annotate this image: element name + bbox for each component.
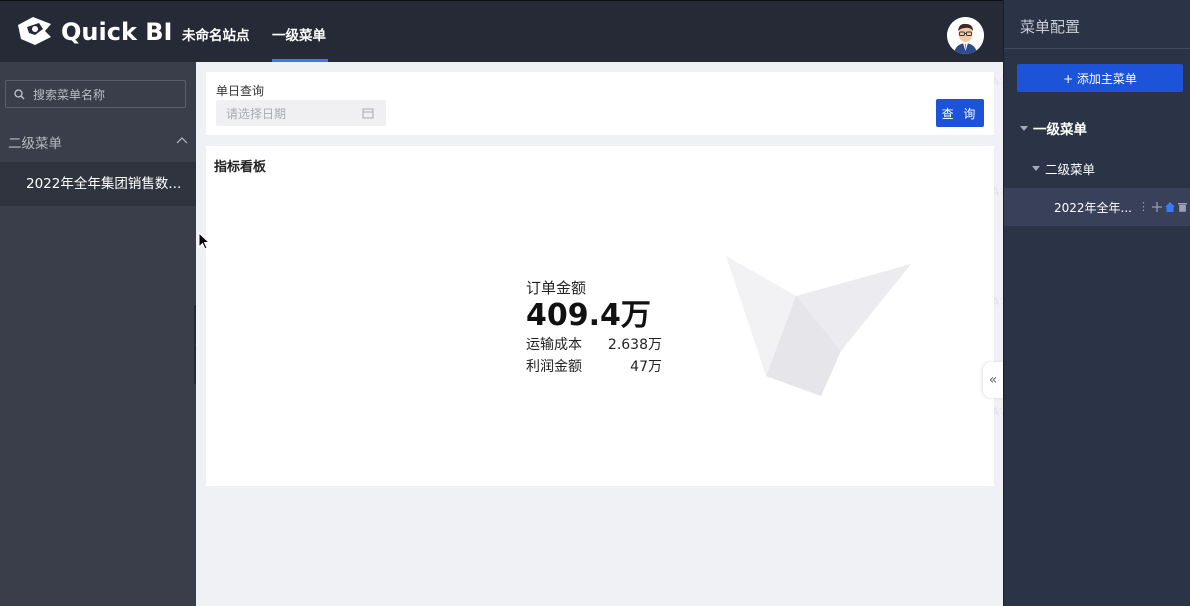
calendar-icon (362, 108, 374, 119)
kpi-board-card: 指标看板 订单金额 409.4万 运输成本 2.638万 利润金额 47万 (206, 146, 994, 486)
query-button[interactable]: 查 询 (936, 99, 984, 127)
sidebar-item-sales-report[interactable]: 2022年全年集团销售数... (0, 162, 196, 206)
search-icon (14, 88, 25, 99)
tree-node-level3[interactable]: 2022年全年... ⋮ (1004, 188, 1190, 226)
query-label: 单日查询 (216, 84, 265, 98)
quick-bi-logo[interactable]: Quick BI (15, 15, 172, 49)
double-chevron-left-icon: « (988, 372, 998, 388)
kpi-row-label: 利润金额 (526, 359, 582, 375)
query-card: 单日查询 请选择日期 查 询 (206, 72, 994, 135)
avatar-icon (947, 17, 984, 54)
tree-node-label: 2022年全年... (1054, 200, 1132, 215)
kpi-row-value: 2.638万 (607, 337, 662, 353)
quick-bi-logo-icon (18, 17, 51, 45)
background-logo-watermark (726, 256, 911, 396)
main-content: 2022-10-17 10:04:272022-10-17 10:04:2720… (196, 62, 1003, 606)
panel-title: 菜单配置 (1020, 18, 1081, 36)
site-name[interactable]: 未命名站点 (182, 24, 250, 44)
sidebar-section-header[interactable]: 二级菜单 (8, 132, 188, 152)
caret-down-icon (1020, 125, 1028, 131)
sidebar-section-title: 二级菜单 (8, 136, 62, 152)
kpi-row-shipping: 运输成本 2.638万 (526, 334, 662, 356)
kpi-main-label: 订单金额 (526, 279, 587, 297)
tree-node-actions: ⋮ (1138, 200, 1187, 213)
kpi-row-label: 运输成本 (526, 337, 582, 353)
top-navigation-bar: Quick BI 未命名站点 一级菜单 (0, 0, 1003, 62)
date-picker-input[interactable]: 请选择日期 (216, 100, 386, 126)
tree-node-level1[interactable]: 一级菜单 (1020, 118, 1087, 138)
divider (1004, 48, 1190, 49)
top-menu-item-level1[interactable]: 一级菜单 (272, 24, 326, 44)
plus-icon[interactable] (1152, 201, 1162, 212)
tree-node-level2[interactable]: 二级菜单 (1032, 159, 1095, 178)
tree-node-label: 一级菜单 (1033, 122, 1087, 138)
caret-down-icon (1032, 166, 1040, 171)
menu-search-input[interactable]: 搜索菜单名称 (5, 80, 186, 108)
more-icon[interactable]: ⋮ (1138, 200, 1149, 213)
kpi-row-value: 47万 (630, 359, 662, 375)
search-placeholder: 搜索菜单名称 (33, 87, 106, 102)
trash-icon[interactable] (1178, 202, 1187, 212)
chevron-up-icon[interactable] (176, 135, 188, 147)
user-avatar[interactable] (947, 17, 984, 54)
board-title: 指标看板 (214, 160, 267, 175)
add-main-menu-button[interactable]: + 添加主菜单 (1017, 64, 1183, 92)
tree-node-label: 二级菜单 (1045, 162, 1096, 177)
date-placeholder: 请选择日期 (226, 106, 287, 121)
home-icon[interactable] (1165, 201, 1175, 212)
mouse-cursor-icon (198, 232, 210, 250)
menu-config-panel: 菜单配置 + 添加主菜单 一级菜单 二级菜单 2022年全年... ⋮ (1003, 0, 1190, 606)
right-panel-toggle[interactable]: « (983, 362, 1003, 398)
kpi-block: 订单金额 409.4万 运输成本 2.638万 利润金额 47万 (526, 277, 662, 378)
logo-text: Quick BI (61, 18, 173, 46)
kpi-main-value: 409.4万 (526, 298, 651, 333)
kpi-row-profit: 利润金额 47万 (526, 356, 662, 378)
left-sidebar: 搜索菜单名称 二级菜单 2022年全年集团销售数... (0, 62, 196, 606)
